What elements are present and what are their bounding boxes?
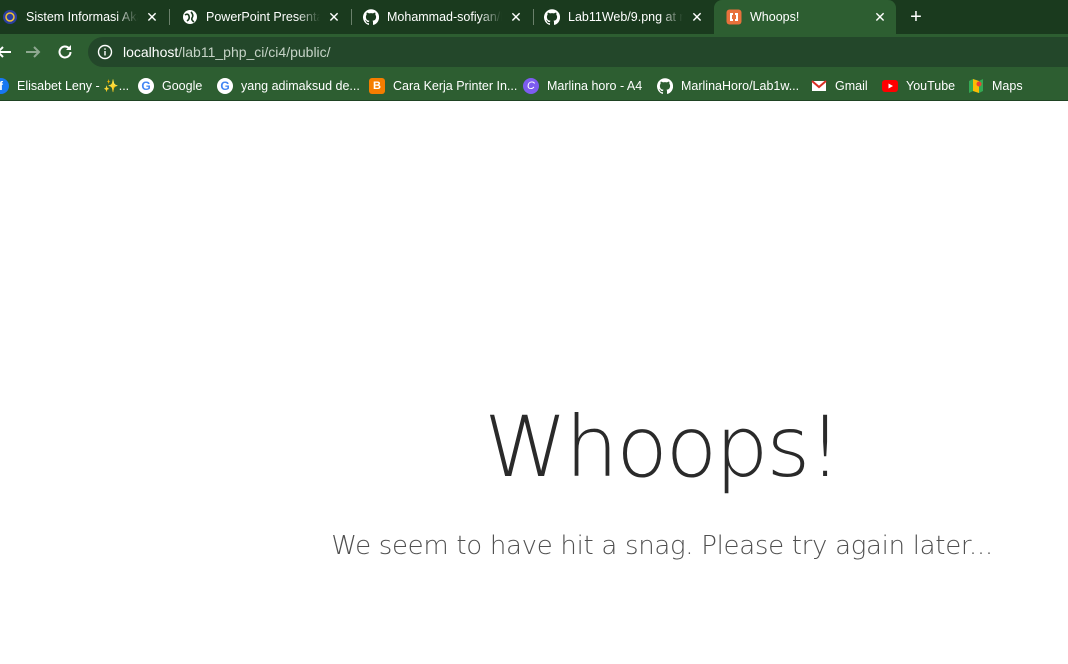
maps-icon [968,78,984,94]
bookmark-label: Elisabet Leny - ✨... [17,78,130,93]
url-text[interactable]: localhost/lab11_php_ci/ci4/public/ [123,44,331,60]
github-icon [363,9,379,25]
tab-title: Whoops! [750,10,800,24]
close-icon[interactable]: ✕ [508,9,524,25]
bookmark-label: Marlina horo - A4 [547,79,643,93]
bookmark-elisabet-leny[interactable]: f Elisabet Leny - ✨... [0,76,129,96]
forward-button[interactable] [23,42,43,62]
tab-powerpoint[interactable]: PowerPoint Presentati ✕ [170,0,352,34]
google-icon: G [217,78,233,94]
tab-title: Mohammad-sofiyan/L [387,10,502,24]
google-icon: G [138,78,154,94]
bookmark-cara-kerja-printer[interactable]: B Cara Kerja Printer In... [369,76,517,96]
tab-title: Sistem Informasi Akad [26,10,138,24]
address-bar[interactable]: localhost/lab11_php_ci/ci4/public/ [88,37,1068,67]
bookmark-yang-adimaksud[interactable]: G yang adimaksud de... [217,76,360,96]
back-button[interactable] [0,42,14,62]
info-icon[interactable] [97,44,113,60]
youtube-icon [882,78,898,94]
bookmark-marlinahoro-github[interactable]: MarlinaHoro/Lab1w... [657,76,799,96]
bookmarks-bar: f Elisabet Leny - ✨... G Google G yang a… [0,70,1068,101]
bookmark-maps[interactable]: Maps [968,76,1023,96]
bookmark-gmail[interactable]: Gmail [811,76,868,96]
tab-strip: Sistem Informasi Akad ✕ PowerPoint Prese… [0,0,1068,34]
close-icon[interactable]: ✕ [144,9,160,25]
navigation-toolbar: localhost/lab11_php_ci/ci4/public/ [0,34,1068,70]
page-content: Whoops! We seem to have hit a snag. Plea… [0,101,1068,664]
gmail-icon [811,78,827,94]
tab-sistem-informasi[interactable]: Sistem Informasi Akad ✕ [0,0,170,34]
tab-lab11web[interactable]: Lab11Web/9.png at m ✕ [534,0,713,34]
url-host: localhost [123,44,179,60]
github-icon [657,78,673,94]
close-icon[interactable]: ✕ [326,9,342,25]
tab-whoops[interactable]: Whoops! ✕ [714,0,896,34]
tab-title: PowerPoint Presentati [206,10,320,24]
bookmark-label: yang adimaksud de... [241,79,360,93]
url-path: /lab11_php_ci/ci4/public/ [178,44,331,60]
bookmark-label: Google [162,79,203,93]
new-tab-button[interactable]: + [906,7,926,27]
bookmark-label: YouTube [906,79,956,93]
facebook-icon: f [0,78,9,94]
blogger-icon: B [369,78,385,94]
error-message: We seem to have hit a snag. Please try a… [331,531,993,561]
close-icon[interactable]: ✕ [872,9,888,25]
close-icon[interactable]: ✕ [689,9,705,25]
reload-button[interactable] [55,42,75,62]
bookmark-label: Gmail [835,79,868,93]
bookmark-youtube[interactable]: YouTube [882,76,955,96]
bookmark-label: MarlinaHoro/Lab1w... [681,79,800,93]
canva-icon: C [523,78,539,94]
codeigniter-icon [726,9,742,25]
github-icon [544,9,560,25]
bookmark-google[interactable]: G Google [138,76,202,96]
globe-icon [182,9,198,25]
bookmark-marlina-horo[interactable]: C Marlina horo - A4 [523,76,642,96]
bookmark-label: Maps [992,79,1023,93]
error-heading: Whoops! [484,398,842,496]
university-logo-icon [2,9,18,25]
tab-title: Lab11Web/9.png at m [568,10,683,24]
bookmark-label: Cara Kerja Printer In... [393,79,518,93]
tab-mohammad-sofiyan[interactable]: Mohammad-sofiyan/L ✕ [352,0,534,34]
